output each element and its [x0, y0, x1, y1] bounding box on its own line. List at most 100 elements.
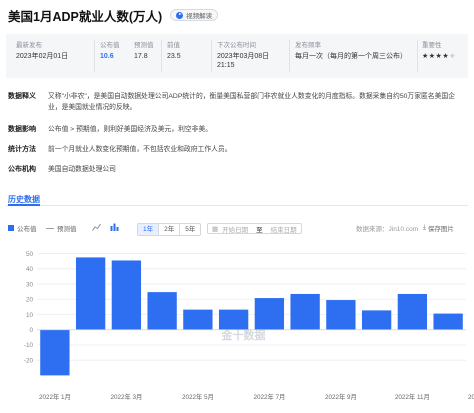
bar	[290, 293, 320, 330]
title-row: 美国1月ADP就业人数(万人) 视频解读	[8, 6, 219, 24]
data-source: 数据来源：Jin10.com	[356, 226, 419, 233]
previous-number: 23.5	[167, 53, 181, 60]
bar	[433, 313, 463, 330]
next-release-value: 2023年03月08日 21:15	[217, 53, 270, 69]
latest-release: 最新发布 2023年02月01日	[16, 39, 68, 61]
bar	[397, 293, 428, 330]
bar	[254, 298, 285, 330]
legend-swatch-actual	[8, 225, 14, 231]
y-tick-label: 10	[26, 312, 34, 319]
detail-value: 公布值 > 预期值，则利好美国经济及美元，利空非美。	[48, 126, 213, 133]
previous-value: 前值 23.5	[167, 39, 181, 61]
detail-key: 公布机构	[8, 166, 36, 173]
bar-chart-icon	[110, 223, 119, 231]
actual-value: 公布值 10.6	[100, 39, 120, 61]
y-tick-label: 50	[26, 251, 34, 258]
divider	[289, 40, 290, 72]
latest-release-value: 2023年02月01日	[16, 53, 69, 60]
range-option-5y[interactable]: 5年	[180, 224, 200, 235]
download-icon: ⤓	[423, 224, 426, 231]
play-icon	[176, 11, 184, 19]
legend-actual-label: 公布值	[17, 226, 37, 233]
y-tick-label: 40	[26, 266, 34, 273]
date-range-sep: 至	[256, 226, 263, 234]
date-range: ▦ 开始日期 至 结束日期	[207, 223, 302, 234]
legend-forecast-label: 预测值	[57, 226, 77, 233]
next-release-label: 下次公布时间	[217, 42, 256, 49]
y-tick-label: -10	[24, 342, 34, 349]
bar	[111, 260, 142, 330]
divider	[417, 40, 418, 72]
y-tick-label: 30	[26, 281, 34, 288]
previous-label: 前值	[167, 42, 180, 49]
range-segment: 1年 2年 5年	[137, 223, 202, 236]
detail-row: 数据影响 公布值 > 预期值，则利好美国经济及美元，利空非美。	[8, 124, 468, 135]
date-range-box[interactable]: ▦ 开始日期 至 结束日期	[207, 223, 302, 234]
star-icon-filled: ★★★★	[422, 53, 450, 60]
history-bar-chart: -20 -10 0 10 20 30 40 50 金十数据 2022年 1月 2022年 3月 202…	[24, 251, 474, 401]
forecast-number: 17.8	[134, 53, 148, 60]
detail-key: 数据影响	[8, 126, 36, 133]
bar	[361, 310, 392, 330]
x-tick-label: 2022年 1月	[39, 392, 71, 401]
video-explain-button[interactable]: 视频解读	[170, 9, 219, 21]
calendar-icon: ▦	[212, 225, 219, 233]
x-tick-label: 2022年 11月	[395, 392, 430, 401]
release-frequency-label: 发布频率	[295, 42, 321, 49]
page-title: 美国1月ADP就业人数(万人)	[8, 9, 163, 24]
detail-value: 前一个月就业人数变化预期值，不包括农业和政府工作人员。	[48, 146, 232, 153]
x-tick-label: 2023年 1月	[468, 392, 474, 401]
detail-row: 统计方法 前一个月就业人数变化预期值，不包括农业和政府工作人员。	[8, 144, 468, 155]
x-tick-label: 2022年 3月	[110, 392, 142, 401]
y-tick-label: 0	[29, 327, 33, 334]
range-option-2y[interactable]: 2年	[159, 224, 181, 235]
range-selector: 1年 2年 5年	[137, 223, 202, 236]
section-divider	[6, 205, 468, 206]
actual-number: 10.6	[100, 53, 114, 60]
bar	[147, 292, 177, 330]
forecast-label: 预测值	[134, 42, 154, 49]
legend-actual[interactable]: 公布值	[8, 223, 37, 233]
divider	[94, 40, 95, 72]
video-explain-label: 视频解读	[186, 13, 213, 20]
legend-swatch-forecast	[46, 227, 54, 229]
indicator-info-panel: 最新发布 2023年02月01日 公布值 10.6 预测值 17.8 前值 23…	[6, 34, 468, 78]
line-chart-button[interactable]	[92, 223, 101, 231]
detail-row: 公布机构 美国自动数据处理公司	[8, 164, 468, 175]
bar	[75, 257, 106, 330]
x-tick-label: 2022年 7月	[253, 392, 285, 401]
release-frequency: 发布频率 每月一次（每月的第一个周三公布）	[295, 39, 419, 61]
forecast-value: 预测值 17.8	[134, 39, 154, 61]
range-option-1y[interactable]: 1年	[138, 224, 160, 235]
end-date-input[interactable]: 结束日期	[271, 224, 297, 234]
save-image-label: 保存图片	[427, 226, 454, 233]
detail-value: 又称"小非农"，是美国自动数据处理公司ADP统计的，衡量美国私营部门非农就业人数…	[48, 93, 455, 111]
star-icon-empty: ★	[449, 53, 456, 60]
save-image-button[interactable]: ⤓ 保存图片	[423, 223, 454, 233]
detail-value: 美国自动数据处理公司	[48, 166, 116, 173]
line-chart-icon	[92, 223, 101, 231]
x-tick-label: 2022年 5月	[182, 392, 214, 401]
release-frequency-value: 每月一次（每月的第一个周三公布）	[295, 53, 407, 60]
legend-forecast[interactable]: 预测值	[46, 223, 77, 233]
detail-row: 数据释义 又称"小非农"，是美国自动数据处理公司ADP统计的，衡量美国私营部门非…	[8, 91, 468, 113]
importance: 重要性 ★★★★★	[422, 39, 456, 61]
bar	[40, 329, 70, 376]
detail-key: 数据释义	[8, 93, 36, 100]
x-tick-label: 2022年 9月	[325, 392, 357, 401]
bar	[218, 309, 249, 330]
y-tick-label: 20	[26, 297, 34, 304]
divider	[161, 40, 162, 72]
latest-release-label: 最新发布	[16, 42, 42, 49]
start-date-input[interactable]: 开始日期	[222, 224, 248, 234]
y-tick-label: -20	[24, 357, 34, 364]
bar-chart-button[interactable]	[110, 223, 119, 231]
section-underline	[8, 204, 40, 206]
bar	[183, 309, 213, 330]
importance-label: 重要性	[422, 42, 442, 49]
watermark: 金十数据	[221, 328, 266, 342]
next-release: 下次公布时间 2023年03月08日 21:15	[217, 39, 279, 70]
importance-stars: ★★★★★	[422, 52, 456, 61]
bar	[326, 300, 356, 330]
divider	[211, 40, 212, 72]
